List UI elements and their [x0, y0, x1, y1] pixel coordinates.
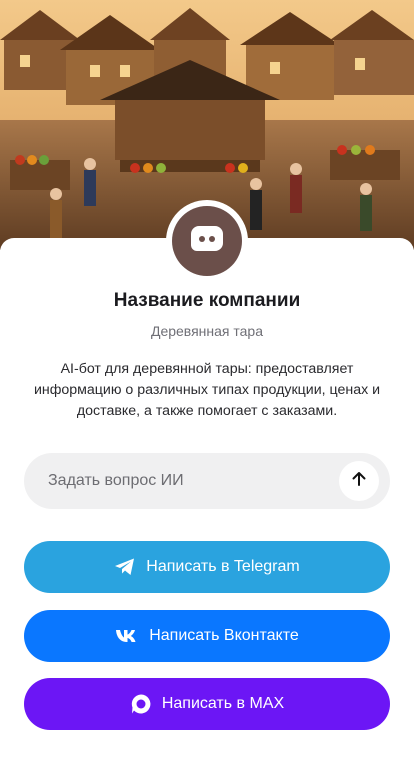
chat-bot-icon [187, 219, 227, 264]
vk-button-label: Написать Вконтакте [149, 627, 299, 644]
avatar [172, 206, 242, 276]
company-category: Деревянная тара [150, 323, 264, 339]
send-button[interactable] [339, 461, 379, 501]
page: Название компании Деревянная тара AI-бот… [0, 0, 414, 770]
telegram-button-label: Написать в Telegram [146, 558, 300, 575]
arrow-up-icon [350, 470, 368, 493]
vk-button[interactable]: Написать Вконтакте [24, 610, 390, 662]
ask-ai-field [24, 453, 390, 509]
company-description: AI-бот для деревянной тары: предоставляе… [33, 361, 381, 419]
max-button-label: Написать в MAX [161, 695, 285, 712]
max-button[interactable]: Написать в MAX [24, 678, 390, 730]
vk-icon [115, 628, 139, 644]
telegram-icon [114, 557, 136, 577]
telegram-button[interactable]: Написать в Telegram [24, 541, 390, 593]
ask-ai-input[interactable] [48, 453, 338, 509]
max-icon [130, 693, 152, 715]
company-name: Название компании [113, 290, 301, 311]
